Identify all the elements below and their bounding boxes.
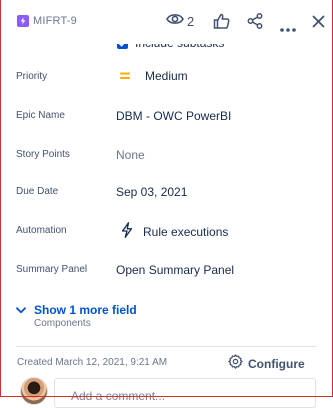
epic-name-field[interactable]: DBM - OWC PowerBI xyxy=(116,109,231,123)
automation-value[interactable]: Rule executions xyxy=(143,225,228,239)
configure-button[interactable]: Configure xyxy=(228,354,305,374)
divider xyxy=(16,346,316,347)
eye-icon xyxy=(166,12,184,31)
issue-key-link[interactable]: MIFRT-9 xyxy=(17,15,77,27)
story-points-field[interactable]: None xyxy=(116,148,145,162)
priority-medium-icon xyxy=(120,69,130,83)
automation-field[interactable]: Rule executions xyxy=(121,222,228,241)
priority-field[interactable]: Medium xyxy=(120,69,188,83)
created-timestamp: Created March 12, 2021, 9:21 AM xyxy=(17,357,168,368)
hidden-fields-hint: Components xyxy=(34,318,91,329)
avatar xyxy=(20,377,48,405)
more-actions-button[interactable] xyxy=(280,19,296,37)
more-horizontal-icon xyxy=(280,19,296,37)
share-icon xyxy=(247,13,263,34)
field-label-story-points: Story Points xyxy=(16,149,70,160)
share-button[interactable] xyxy=(247,13,263,34)
gear-icon xyxy=(228,354,243,374)
add-comment-input[interactable]: Add a comment... xyxy=(54,378,316,408)
due-date-field[interactable]: Sep 03, 2021 xyxy=(116,185,187,199)
field-label-priority: Priority xyxy=(16,71,48,82)
close-icon xyxy=(312,15,325,33)
story-points-value: None xyxy=(116,148,145,162)
field-label-epic-name: Epic Name xyxy=(16,110,65,121)
comment-placeholder: Add a comment... xyxy=(71,389,166,403)
field-label-due-date: Due Date xyxy=(16,186,59,197)
watch-button[interactable]: 2 xyxy=(166,12,194,31)
show-more-label: Show 1 more field xyxy=(34,303,137,317)
thumbs-up-icon xyxy=(213,13,230,34)
field-label-automation: Automation xyxy=(16,225,67,236)
like-button[interactable] xyxy=(213,13,230,34)
lightning-icon xyxy=(121,222,133,241)
issue-key: MIFRT-9 xyxy=(33,15,77,27)
field-label-summary-panel: Summary Panel xyxy=(16,264,88,275)
issue-header: MIFRT-9 2 xyxy=(0,0,333,44)
watch-count: 2 xyxy=(187,14,195,29)
due-date-value: Sep 03, 2021 xyxy=(116,185,188,199)
issue-type-icon xyxy=(17,15,29,27)
priority-value: Medium xyxy=(145,69,188,83)
configure-label: Configure xyxy=(248,357,305,371)
summary-panel-field[interactable]: Open Summary Panel xyxy=(116,263,234,277)
epic-name-value: DBM - OWC PowerBI xyxy=(116,109,232,123)
close-button[interactable] xyxy=(312,15,325,33)
open-summary-panel-link[interactable]: Open Summary Panel xyxy=(116,263,234,277)
show-more-fields-button[interactable]: Show 1 more field xyxy=(16,301,137,319)
chevron-down-icon xyxy=(16,301,26,319)
